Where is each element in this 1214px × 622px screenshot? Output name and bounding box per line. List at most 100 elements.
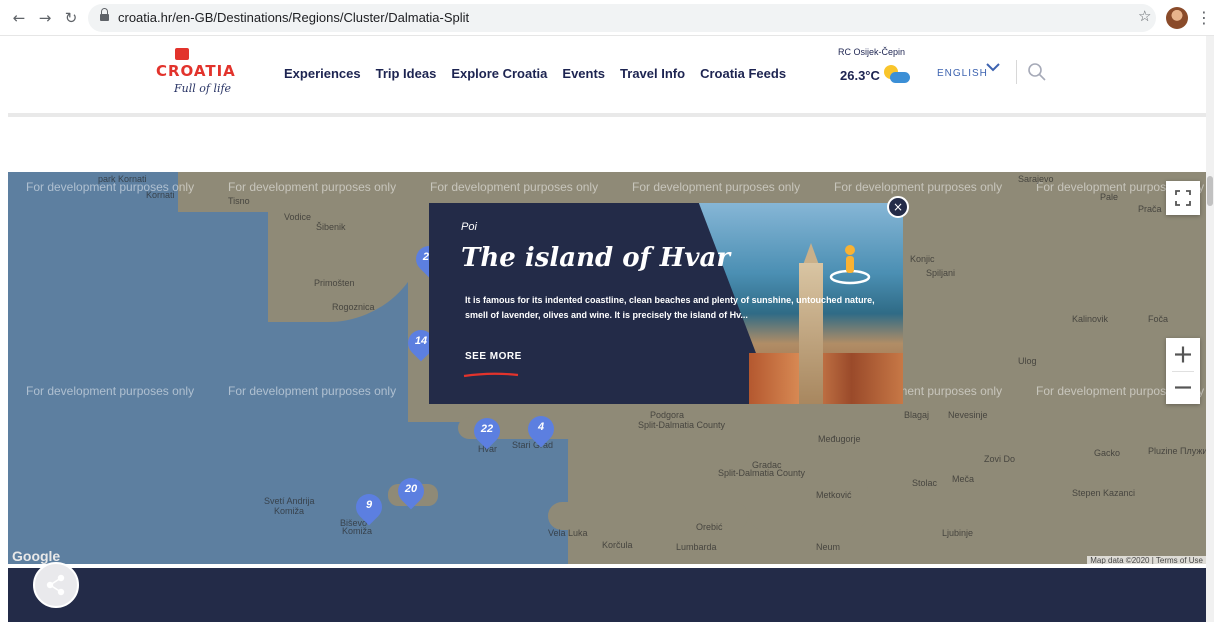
plus-icon: [1175, 346, 1191, 363]
map-watermark: For development purposes only: [632, 180, 801, 194]
place-label: Nevesinje: [948, 410, 988, 420]
map-marker[interactable]: 9: [350, 488, 388, 526]
place-label: Metković: [816, 490, 852, 500]
place-label: Lumbarda: [676, 542, 717, 552]
minus-icon: [1175, 386, 1191, 389]
place-label: Vodice: [284, 212, 312, 222]
chevron-down-icon[interactable]: [986, 60, 1000, 74]
nav-experiences[interactable]: Experiences: [284, 66, 361, 81]
zoom-control: [1166, 338, 1200, 404]
place-label: Korčula: [602, 540, 633, 550]
partly-cloudy-icon: [882, 63, 910, 85]
language-selector[interactable]: ENGLISH: [937, 68, 988, 79]
place-label: Komiža: [274, 506, 305, 516]
place-label: Blagaj: [904, 410, 930, 420]
map-watermark: For development purposes only: [26, 384, 195, 398]
zoom-in-button[interactable]: [1166, 338, 1200, 371]
place-label: Stepen Kazanci: [1072, 488, 1136, 498]
back-arrow-icon[interactable]: ←: [10, 9, 28, 27]
logo-word: CROATIA: [156, 62, 236, 80]
place-label: Spiljani: [926, 268, 956, 278]
main-nav: Experiences Trip Ideas Explore Croatia E…: [284, 66, 801, 81]
place-label: Vela Luka: [548, 528, 588, 538]
poi-popup: Poi The island of Hvar It is famous for …: [429, 203, 903, 404]
site-header: CROATIA Full of life Experiences Trip Id…: [0, 36, 1206, 116]
place-label: Konjic: [910, 254, 935, 264]
share-button[interactable]: [33, 562, 79, 608]
search-icon[interactable]: [1027, 62, 1047, 82]
header-divider: [1016, 60, 1017, 84]
fullscreen-button[interactable]: [1166, 181, 1200, 215]
place-label: Orebić: [696, 522, 723, 532]
address-bar[interactable]: croatia.hr/en-GB/Destinations/Regions/Cl…: [88, 4, 1156, 32]
place-label: Pluzine Плужине: [1148, 446, 1206, 456]
nav-events[interactable]: Events: [562, 66, 605, 81]
place-label: Podgora: [650, 410, 685, 420]
place-label: Neum: [816, 542, 841, 552]
map-watermark: For development purposes only: [430, 180, 599, 194]
place-label: Foča: [1148, 314, 1169, 324]
place-label: Sarajevo: [1018, 174, 1054, 184]
forward-arrow-icon[interactable]: →: [36, 9, 54, 27]
peljesac: [748, 472, 868, 532]
poi-label: Poi: [461, 221, 477, 233]
place-label: park Kornati: [98, 174, 147, 184]
place-label: Kornati: [146, 190, 175, 200]
popup-title: The island of Hvar: [461, 243, 731, 273]
header-rule: [8, 113, 1206, 117]
zoom-out-button[interactable]: [1166, 371, 1200, 404]
place-label: Ulog: [1018, 356, 1037, 366]
nav-explore-croatia[interactable]: Explore Croatia: [451, 66, 547, 81]
map-marker[interactable]: 4: [522, 410, 560, 448]
scrollbar-thumb[interactable]: [1207, 176, 1213, 206]
place-label: Rogoznica: [332, 302, 375, 312]
see-more-underline: [463, 365, 519, 378]
place-label: Pale: [1100, 192, 1119, 202]
photo-tower: [799, 263, 823, 404]
place-label: Meča: [952, 474, 975, 484]
popup-description: It is famous for its indented coastline,…: [465, 295, 875, 320]
map-watermark: For development purposes only: [228, 180, 397, 194]
place-label: Tisno: [228, 196, 250, 206]
nav-trip-ideas[interactable]: Trip Ideas: [376, 66, 437, 81]
place-label: Svetí Andrija: [264, 496, 315, 506]
place-label: Kalinovik: [1072, 314, 1109, 324]
page-scrollbar[interactable]: [1206, 36, 1214, 622]
photo-roofs: [749, 353, 903, 404]
footer: [8, 568, 1206, 622]
place-label: Prača: [1138, 204, 1162, 214]
croatia-logo[interactable]: CROATIA Full of life: [156, 48, 236, 98]
map-marker[interactable]: 20: [392, 472, 430, 510]
place-label: Primošten: [314, 278, 355, 288]
place-label: Zovi Do: [984, 454, 1016, 464]
place-label: Stolac: [912, 478, 938, 488]
map-marker[interactable]: 22: [468, 412, 506, 450]
profile-avatar[interactable]: [1166, 7, 1188, 29]
nav-travel-info[interactable]: Travel Info: [620, 66, 685, 81]
bookmark-star-icon[interactable]: ☆: [1138, 7, 1151, 25]
reload-icon[interactable]: ↻: [62, 9, 80, 27]
weather-temperature: 26.3°C: [840, 68, 880, 83]
nav-croatia-feeds[interactable]: Croatia Feeds: [700, 66, 786, 81]
place-label: Gacko: [1094, 448, 1121, 458]
lock-icon: [100, 8, 109, 21]
place-label: Split-Dalmatia County: [638, 420, 726, 430]
place-label: Split-Dalmatia County: [718, 468, 806, 478]
url-text[interactable]: croatia.hr/en-GB/Destinations/Regions/Cl…: [118, 10, 469, 25]
see-more-link[interactable]: SEE MORE: [465, 351, 522, 362]
map-watermark: For development purposes only: [834, 180, 1003, 194]
place-label: Međugorje: [818, 434, 861, 444]
place-label: Šibenik: [316, 222, 346, 232]
weather-location: RC Osijek-Čepin: [838, 47, 906, 57]
map-watermark: For development purposes only: [228, 384, 397, 398]
close-icon[interactable]: ×: [887, 196, 909, 218]
weather-widget[interactable]: RC Osijek-Čepin 26.3°C: [838, 47, 918, 83]
place-label: Komiža: [342, 526, 373, 536]
logo-tagline: Full of life: [174, 82, 232, 95]
place-label: Ljubinje: [942, 528, 974, 538]
browser-toolbar: ← → ↻ croatia.hr/en-GB/Destinations/Regi…: [0, 0, 1214, 36]
share-icon: [46, 574, 65, 596]
location-person-icon: [827, 243, 873, 285]
logo-flag-icon: [175, 48, 189, 60]
kebab-menu-icon[interactable]: ⋮: [1196, 8, 1212, 27]
